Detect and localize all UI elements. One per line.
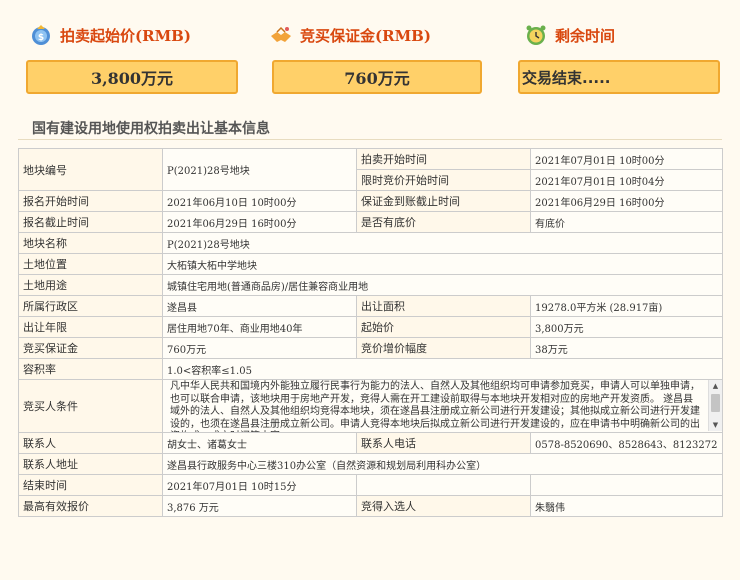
remaining-time-label: 剩余时间 — [525, 22, 615, 48]
table-row: 地块编号 P(2021)28号地块 拍卖开始时间 2021年07月01日 10时… — [18, 148, 723, 191]
scroll-thumb[interactable] — [711, 394, 720, 412]
reg-start-label: 报名开始时间 — [18, 190, 163, 212]
auction-page: $ 拍卖起始价(RMB) 3,800万元 竞买保证金(RMB) 760万元 剩余… — [0, 0, 740, 580]
remaining-time-box: 交易结束..... — [518, 60, 720, 94]
svg-text:$: $ — [38, 33, 44, 43]
start-price-row-value: 3,800万元 — [530, 316, 723, 338]
location-label: 土地位置 — [18, 253, 163, 275]
parcel-name-label: 地块名称 — [18, 232, 163, 254]
reg-end-label: 报名截止时间 — [18, 211, 163, 233]
empty-cell — [356, 474, 531, 496]
table-row: 结束时间 2021年07月01日 10时15分 — [18, 474, 723, 496]
table-row: 竞买保证金 760万元 竞价增价幅度 38万元 — [18, 337, 723, 359]
scroll-down-icon[interactable]: ▼ — [709, 419, 722, 431]
money-bag-icon: $ — [32, 25, 50, 45]
conditions-label: 竞买人条件 — [18, 379, 163, 433]
contact-label: 联系人 — [18, 432, 163, 454]
reserve-value: 有底价 — [530, 211, 723, 233]
area-label: 出让面积 — [356, 295, 531, 317]
term-value: 居住用地70年、商业用地40年 — [162, 316, 357, 338]
parcel-name-value: P(2021)28号地块 — [162, 232, 723, 254]
table-row: 联系人地址 遂昌县行政服务中心三楼310办公室（自然资源和规划局利用科办公室） — [18, 453, 723, 475]
reg-end-value: 2021年06月29日 16时00分 — [162, 211, 357, 233]
auction-info-table: 地块编号 P(2021)28号地块 拍卖开始时间 2021年07月01日 10时… — [18, 148, 723, 517]
table-row: 土地位置 大柘镇大柘中学地块 — [18, 253, 723, 275]
reserve-label: 是否有底价 — [356, 211, 531, 233]
reg-start-value: 2021年06月10日 10时00分 — [162, 190, 357, 212]
usage-label: 土地用途 — [18, 274, 163, 296]
winner-value: 朱翳伟 — [530, 495, 723, 517]
increment-label: 竞价增价幅度 — [356, 337, 531, 359]
district-value: 遂昌县 — [162, 295, 357, 317]
district-label: 所属行政区 — [18, 295, 163, 317]
table-row: 最高有效报价 3,876 万元 竞得入选人 朱翳伟 — [18, 495, 723, 517]
limit-start-value: 2021年07月01日 10时04分 — [530, 169, 723, 191]
parcel-no-value: P(2021)28号地块 — [162, 148, 357, 191]
table-row: 地块名称 P(2021)28号地块 — [18, 232, 723, 254]
far-label: 容积率 — [18, 358, 163, 380]
scroll-up-icon[interactable]: ▲ — [709, 381, 722, 393]
alarm-clock-icon — [526, 25, 546, 45]
limit-start-label: 限时竞价开始时间 — [356, 169, 531, 191]
location-value: 大柘镇大柘中学地块 — [162, 253, 723, 275]
section-divider — [18, 139, 722, 140]
deposit-label-text: 竞买保证金(RMB) — [300, 26, 431, 45]
start-price-label: $ 拍卖起始价(RMB) — [30, 22, 191, 48]
conditions-scrollbar[interactable]: ▲ ▼ — [708, 380, 722, 431]
deposit-label: 竞买保证金(RMB) — [270, 22, 431, 48]
table-row: 报名截止时间 2021年06月29日 16时00分 是否有底价 有底价 — [18, 211, 723, 233]
usage-value: 城镇住宅用地(普通商品房)/居住兼容商业用地 — [162, 274, 723, 296]
increment-value: 38万元 — [530, 337, 723, 359]
table-row: 报名开始时间 2021年06月10日 10时00分 保证金到账截止时间 2021… — [18, 190, 723, 212]
end-time-value: 2021年07月01日 10时15分 — [162, 474, 357, 496]
highest-bid-value: 3,876 万元 — [162, 495, 357, 517]
start-price-row-label: 起始价 — [356, 316, 531, 338]
auction-start-label: 拍卖开始时间 — [356, 148, 531, 170]
table-row: 联系人 胡女士、诸葛女士 联系人电话 0578-8520690、8528643、… — [18, 432, 723, 454]
deposit-row-label: 竞买保证金 — [18, 337, 163, 359]
end-time-label: 结束时间 — [18, 474, 163, 496]
address-value: 遂昌县行政服务中心三楼310办公室（自然资源和规划局利用科办公室） — [162, 453, 723, 475]
table-row: 土地用途 城镇住宅用地(普通商品房)/居住兼容商业用地 — [18, 274, 723, 296]
deposit-row-value: 760万元 — [162, 337, 357, 359]
auction-start-value: 2021年07月01日 10时00分 — [530, 148, 723, 170]
deposit-deadline-label: 保证金到账截止时间 — [356, 190, 531, 212]
phone-label: 联系人电话 — [356, 432, 531, 454]
conditions-cell: 凡中华人民共和国境内外能独立履行民事行为能力的法人、自然人及其他组织均可申请参加… — [162, 379, 723, 433]
area-value: 19278.0平方米 (28.917亩) — [530, 295, 723, 317]
handshake-icon — [271, 26, 291, 42]
conditions-textarea[interactable]: 凡中华人民共和国境内外能独立履行民事行为能力的法人、自然人及其他组织均可申请参加… — [167, 381, 718, 432]
start-price-box: 3,800万元 — [26, 60, 238, 94]
address-label: 联系人地址 — [18, 453, 163, 475]
highest-bid-label: 最高有效报价 — [18, 495, 163, 517]
contact-value: 胡女士、诸葛女士 — [162, 432, 357, 454]
winner-label: 竞得入选人 — [356, 495, 531, 517]
table-row: 所属行政区 遂昌县 出让面积 19278.0平方米 (28.917亩) — [18, 295, 723, 317]
table-row: 出让年限 居住用地70年、商业用地40年 起始价 3,800万元 — [18, 316, 723, 338]
parcel-no-label: 地块编号 — [18, 148, 163, 191]
deposit-deadline-value: 2021年06月29日 16时00分 — [530, 190, 723, 212]
remaining-time-label-text: 剩余时间 — [555, 26, 616, 45]
term-label: 出让年限 — [18, 316, 163, 338]
deposit-box: 760万元 — [272, 60, 482, 94]
section-title: 国有建设用地使用权拍卖出让基本信息 — [32, 121, 270, 137]
table-row: 容积率 1.0<容积率≤1.05 — [18, 358, 723, 380]
table-row: 竞买人条件 凡中华人民共和国境内外能独立履行民事行为能力的法人、自然人及其他组织… — [18, 379, 723, 433]
far-value: 1.0<容积率≤1.05 — [162, 358, 723, 380]
auction-summary-header: $ 拍卖起始价(RMB) 3,800万元 竞买保证金(RMB) 760万元 剩余… — [0, 0, 740, 100]
phone-value: 0578-8520690、8528643、8123272 — [530, 432, 723, 454]
empty-cell — [530, 474, 723, 496]
start-price-label-text: 拍卖起始价(RMB) — [60, 26, 191, 45]
